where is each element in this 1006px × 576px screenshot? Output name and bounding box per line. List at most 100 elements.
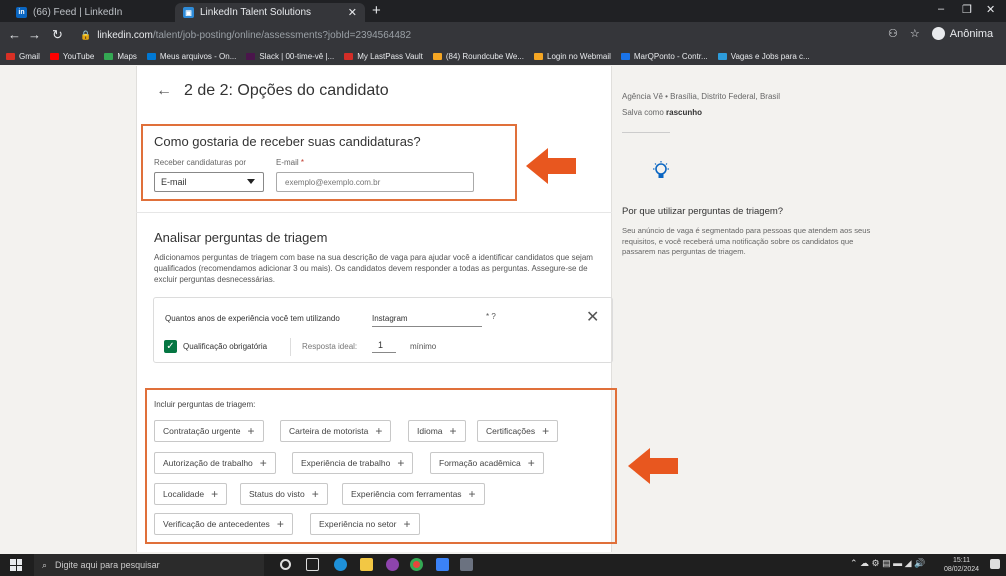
section-divider xyxy=(136,212,612,213)
incognito-icon[interactable]: ⚇ xyxy=(888,27,898,40)
url-path: /talent/job-posting/online/assessments?j… xyxy=(152,29,412,41)
new-tab-button[interactable]: + xyxy=(372,2,381,19)
bookmark-icon xyxy=(104,53,114,60)
bookmark-icon xyxy=(146,53,156,60)
ideal-answer-unit: mínimo xyxy=(410,342,437,351)
question-text: Quantos anos de experiência você tem uti… xyxy=(165,314,340,323)
taskbar-clock[interactable]: 15:11 08/02/2024 xyxy=(944,556,979,574)
bookmark-icon xyxy=(344,53,354,60)
arrow-body xyxy=(648,458,678,474)
browser-tab-bar: in (66) Feed | LinkedIn ✕ ▣ LinkedIn Tal… xyxy=(0,0,1006,22)
required-qualification-checkbox[interactable]: ✓ xyxy=(164,340,177,353)
email-input[interactable] xyxy=(276,172,474,192)
bookmark-item[interactable]: (84) Roundcube We... xyxy=(432,52,524,61)
chip-education[interactable]: Formação acadêmica + xyxy=(430,452,544,474)
taskbar-search[interactable]: ⌕ Digite aqui para pesquisar xyxy=(34,554,264,576)
cortana-icon[interactable] xyxy=(280,559,291,570)
clock-date: 08/02/2024 xyxy=(944,566,980,573)
chip-work-experience[interactable]: Experiência de trabalho + xyxy=(292,452,414,474)
edge-icon[interactable] xyxy=(334,558,347,571)
chip-label: Verificação de antecedentes xyxy=(163,519,270,529)
maximize-icon[interactable]: ❐ xyxy=(962,3,972,16)
chip-work-authorization[interactable]: Autorização de trabalho + xyxy=(154,452,276,474)
bookmarks-bar: Gmail YouTube Maps Meus arquivos - On... Sla… xyxy=(0,48,1006,65)
back-arrow-icon[interactable]: ← xyxy=(8,27,21,42)
url-domain: linkedin.com xyxy=(97,29,153,41)
task-view-icon[interactable] xyxy=(306,558,319,571)
chip-label: Formação acadêmica xyxy=(439,458,521,468)
chip-label: Contratação urgente xyxy=(163,426,241,436)
chip-location[interactable]: Localidade + xyxy=(154,483,228,505)
chip-visa-status[interactable]: Status do visto + xyxy=(240,483,328,505)
close-icon[interactable]: ✕ xyxy=(348,6,357,19)
plus-icon: + xyxy=(542,424,550,438)
tab-linkedin-talent[interactable]: ▣ LinkedIn Talent Solutions ✕ xyxy=(175,3,365,22)
url-field[interactable]: 🔒 linkedin.com /talent/job-posting/onlin… xyxy=(80,26,840,44)
receive-by-select[interactable]: E-mail xyxy=(154,172,264,192)
minimize-icon[interactable]: – xyxy=(938,3,944,15)
profile-avatar-icon[interactable] xyxy=(931,27,945,40)
bookmark-label: Slack | 00-time-vê |... xyxy=(259,52,335,61)
system-tray[interactable]: ⌃ ☁ ⚙ ▤ ▬ ◢ 🔊 xyxy=(850,558,925,569)
chip-label: Experiência no setor xyxy=(319,519,397,529)
bookmark-item[interactable]: Slack | 00-time-vê |... xyxy=(246,52,334,61)
bookmark-item[interactable]: My LastPass Vault xyxy=(344,52,423,61)
app-icon[interactable] xyxy=(460,558,473,571)
plus-icon: + xyxy=(375,424,383,438)
chip-label: Idioma xyxy=(417,426,443,436)
chip-label: Certificações xyxy=(486,426,536,436)
question-required-help[interactable]: * ? xyxy=(486,312,496,321)
bookmark-label: Gmail xyxy=(19,52,40,61)
bookmark-item[interactable]: Meus arquivos - On... xyxy=(146,52,236,61)
bookmark-item[interactable]: YouTube xyxy=(49,52,95,61)
receive-by-value: E-mail xyxy=(161,177,187,187)
bookmark-item[interactable]: Vagas e Jobs para c... xyxy=(717,52,810,61)
bookmark-icon xyxy=(534,53,543,60)
chip-industry-experience[interactable]: Experiência no setor + xyxy=(310,513,420,535)
question-value-input[interactable]: Instagram xyxy=(372,314,482,327)
windows-start-icon[interactable] xyxy=(10,559,22,571)
plus-icon: + xyxy=(449,424,457,438)
bookmark-item[interactable]: Gmail xyxy=(6,52,40,61)
bookmark-item[interactable]: MarQPonto - Contr... xyxy=(620,52,708,61)
address-bar-actions: ⚇ ☆ Anônima xyxy=(888,27,993,40)
chip-label: Carteira de motorista xyxy=(289,426,369,436)
ideal-answer-input[interactable]: 1 xyxy=(372,340,396,353)
profile-label[interactable]: Anônima xyxy=(950,28,993,40)
tab-linkedin-feed[interactable]: in (66) Feed | LinkedIn ✕ xyxy=(8,3,193,22)
bookmark-label: My LastPass Vault xyxy=(357,52,423,61)
caret-down-icon xyxy=(247,179,255,184)
chip-urgent-hiring[interactable]: Contratação urgente + xyxy=(154,420,264,442)
notifications-icon[interactable] xyxy=(990,559,1000,569)
email-label: E-mail * xyxy=(276,158,304,167)
back-arrow-icon[interactable]: ← xyxy=(156,82,172,100)
chip-label: Experiência com ferramentas xyxy=(351,489,462,499)
file-explorer-icon[interactable] xyxy=(360,558,373,571)
chip-certifications[interactable]: Certificações + xyxy=(477,420,559,442)
sidebar-description: Seu anúncio de vaga é segmentado para pe… xyxy=(622,226,871,256)
bookmark-item[interactable]: Login no Webmail xyxy=(534,52,611,61)
bookmark-label: YouTube xyxy=(62,52,95,61)
reload-icon[interactable]: ↻ xyxy=(52,27,63,43)
remove-question-button[interactable]: ✕ xyxy=(586,310,599,326)
bookmark-item[interactable]: Maps xyxy=(104,52,137,61)
bookmark-icon xyxy=(620,53,630,60)
page-header: ← 2 de 2: Opções do candidato xyxy=(156,82,389,100)
chip-tools-experience[interactable]: Experiência com ferramentas + xyxy=(342,483,485,505)
chip-drivers-license[interactable]: Carteira de motorista + xyxy=(280,420,392,442)
forward-arrow-icon[interactable]: → xyxy=(28,27,41,42)
lightbulb-icon xyxy=(653,161,669,178)
app-icon[interactable] xyxy=(386,558,399,571)
lock-icon: 🔒 xyxy=(80,29,92,40)
star-icon[interactable]: ☆ xyxy=(910,27,920,40)
chip-background-check[interactable]: Verificação de antecedentes + xyxy=(154,513,293,535)
saved-prefix: Salva como xyxy=(622,108,664,117)
chrome-icon[interactable] xyxy=(410,558,423,571)
window-close-icon[interactable]: ✕ xyxy=(986,3,995,16)
app-icon[interactable] xyxy=(436,558,449,571)
required-mark: * xyxy=(300,158,305,167)
search-icon: ⌕ xyxy=(42,559,48,570)
plus-icon: + xyxy=(247,424,255,438)
search-placeholder: Digite aqui para pesquisar xyxy=(55,560,160,570)
chip-language[interactable]: Idioma + xyxy=(408,420,466,442)
